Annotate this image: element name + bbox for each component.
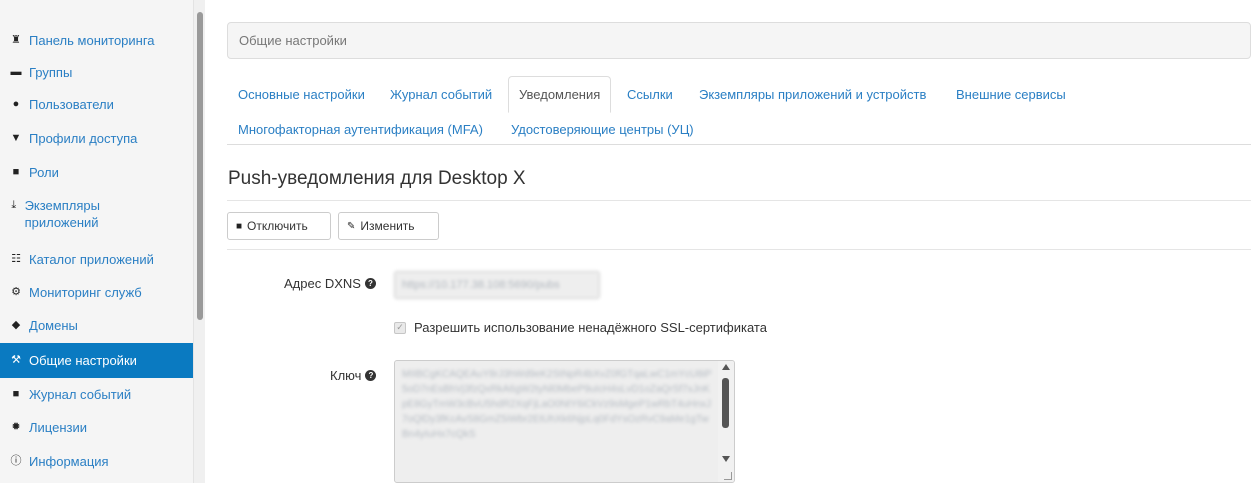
key-textarea-scrollbar-thumb[interactable] <box>722 378 729 428</box>
sidebar-item-event-log[interactable]: ■ Журнал событий <box>9 386 193 403</box>
disable-button[interactable]: ■ Отключить <box>227 212 331 240</box>
sidebar-item-groups[interactable]: ▬ Группы <box>9 64 193 81</box>
sidebar-item-roles[interactable]: ■ Роли <box>9 164 193 181</box>
sidebar-item-app-catalog[interactable]: ☷ Каталог приложений <box>9 251 193 268</box>
divider <box>227 249 1251 250</box>
dxns-address-label: Адрес DXNS ? <box>284 276 376 291</box>
key-textarea-scrollbar[interactable] <box>718 361 734 482</box>
resize-grip-icon[interactable] <box>724 472 732 480</box>
certificate-icon: ✹ <box>11 421 21 433</box>
help-icon[interactable]: ? <box>365 370 377 381</box>
sidebar-item-label: Панель мониторинга <box>29 33 155 48</box>
sidebar-item-users[interactable]: ● Пользователи <box>9 96 193 113</box>
breadcrumb-current: Общие настройки <box>239 33 347 48</box>
edit-button-label: Изменить <box>360 219 415 233</box>
sidebar-item-label: Профили доступа <box>29 131 138 146</box>
tab-event-log[interactable]: Журнал событий <box>390 86 492 103</box>
grid-icon: ☷ <box>11 253 21 265</box>
tab-basic-settings[interactable]: Основные настройки <box>238 86 365 103</box>
sidebar-item-domains[interactable]: ◆ Домены <box>9 317 193 334</box>
sidebar-item-app-instances[interactable]: ⤓ Экземпляры приложений <box>9 197 129 231</box>
lock-icon: ■ <box>12 166 20 178</box>
sidebar-item-licenses[interactable]: ✹ Лицензии <box>9 419 193 436</box>
ssl-checkbox[interactable]: ✓ <box>394 321 406 334</box>
sidebar-item-label: Лицензии <box>29 420 87 435</box>
key-textarea[interactable]: MIIBCgKCAQEAuY8rJ3hWd9eK2StNpR4bXvZ0fGTq… <box>394 360 735 483</box>
section-title: Push-уведомления для Desktop X <box>228 168 526 189</box>
sidebar-item-information[interactable]: ⓘ Информация <box>9 453 193 470</box>
sidebar-item-label: Группы <box>29 65 73 80</box>
tab-app-instances-devices[interactable]: Экземпляры приложений и устройств <box>699 86 926 103</box>
wrench-icon: ⚒ <box>11 354 21 366</box>
dxns-address-label-text: Адрес DXNS <box>284 276 361 291</box>
dxns-address-field[interactable]: https://10.177.38.108:5690/pubs <box>394 271 600 299</box>
sidebar-item-label: Роли <box>29 165 59 180</box>
sidebar-item-service-monitoring[interactable]: ⚙ Мониторинг служб <box>9 284 193 301</box>
edit-button[interactable]: ✎ Изменить <box>338 212 439 240</box>
settings-tabs: Основные настройки Журнал событий Уведом… <box>227 76 1251 145</box>
sidebar-scrollbar[interactable] <box>193 0 205 483</box>
sidebar-item-label: Каталог приложений <box>29 252 154 267</box>
sidebar-item-label: Пользователи <box>29 97 114 112</box>
download-icon: ⤓ <box>11 199 17 211</box>
sidebar-item-label: Мониторинг служб <box>29 285 142 300</box>
sidebar-item-general-settings[interactable]: ⚒ Общие настройки <box>0 343 193 378</box>
pencil-icon: ✎ <box>347 220 356 232</box>
scroll-down-arrow-icon[interactable] <box>722 456 730 462</box>
key-label: Ключ ? <box>330 368 377 383</box>
key-label-text: Ключ <box>330 368 362 383</box>
gear-icon: ⚙ <box>11 286 21 298</box>
groups-icon: ▬ <box>10 66 22 78</box>
sidebar-item-access-profiles[interactable]: ▼ Профили доступа <box>9 130 193 147</box>
user-icon: ● <box>12 98 20 110</box>
ssl-checkbox-label: Разрешить использование ненадёжного SSL-… <box>414 320 767 335</box>
sidebar-item-label: Экземпляры приложений <box>24 198 100 230</box>
divider <box>227 200 1251 201</box>
disable-button-label: Отключить <box>247 219 308 233</box>
sidebar-item-label: Общие настройки <box>29 353 137 368</box>
stop-icon: ■ <box>236 220 243 232</box>
key-textarea-content: MIIBCgKCAQEAuY8rJ3hWd9eK2StNpR4bXvZ0fGTq… <box>402 369 712 440</box>
tab-certificate-authorities[interactable]: Удостоверяющие центры (УЦ) <box>511 121 694 138</box>
book-icon: ■ <box>12 388 20 400</box>
info-icon: ⓘ <box>10 455 22 467</box>
sidebar-item-label: Информация <box>29 454 109 469</box>
home-icon: ♜ <box>11 34 21 46</box>
scroll-up-arrow-icon[interactable] <box>722 364 730 370</box>
sidebar: ♜ Панель мониторинга ▬ Группы ● Пользова… <box>0 0 193 483</box>
ssl-checkbox-row[interactable]: ✓ Разрешить использование ненадёжного SS… <box>394 320 767 335</box>
sidebar-item-label: Журнал событий <box>29 387 132 402</box>
tags-icon: ◆ <box>11 319 21 331</box>
tab-mfa[interactable]: Многофакторная аутентификация (MFA) <box>238 121 483 138</box>
filter-icon: ▼ <box>10 132 22 144</box>
breadcrumb: Общие настройки <box>227 22 1251 59</box>
tab-notifications[interactable]: Уведомления <box>508 76 612 113</box>
sidebar-item-label: Домены <box>29 318 78 333</box>
sidebar-scrollbar-thumb[interactable] <box>197 12 203 320</box>
tab-external-services[interactable]: Внешние сервисы <box>956 86 1066 103</box>
tab-links[interactable]: Ссылки <box>627 86 673 103</box>
help-icon[interactable]: ? <box>364 278 376 289</box>
sidebar-item-dashboard[interactable]: ♜ Панель мониторинга <box>9 32 193 49</box>
